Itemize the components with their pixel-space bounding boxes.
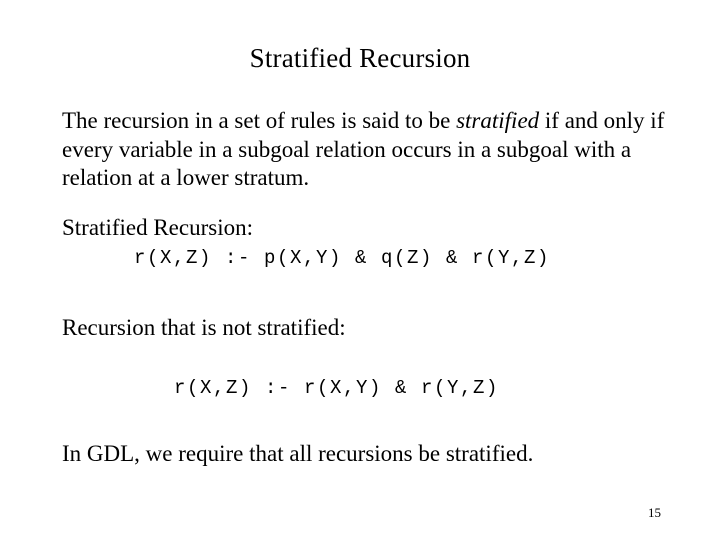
slide-canvas: Stratified Recursion The recursion in a … — [0, 0, 720, 540]
closing-statement: In GDL, we require that all recursions b… — [62, 441, 534, 466]
page-title: Stratified Recursion — [249, 43, 471, 74]
not-stratified-rule-code: r(X,Z) :- r(X,Y) & r(Y,Z) — [174, 377, 500, 399]
definition-text-before: The recursion in a set of rules is said … — [62, 108, 457, 133]
not-stratified-example-label: Recursion that is not stratified: — [62, 315, 346, 340]
page-number: 15 — [648, 505, 661, 520]
definition-paragraph: The recursion in a set of rules is said … — [62, 107, 674, 193]
stratified-rule-code: r(X,Z) :- p(X,Y) & q(Z) & r(Y,Z) — [134, 247, 551, 269]
definition-emphasized-term: stratified — [456, 108, 540, 133]
stratified-example-label: Stratified Recursion: — [62, 215, 253, 240]
